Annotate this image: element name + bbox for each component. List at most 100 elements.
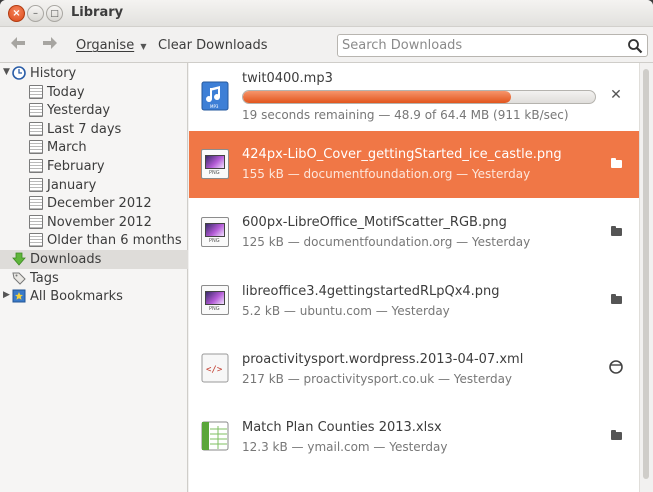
sidebar-item-all-bookmarks[interactable]: ▶ All Bookmarks	[0, 287, 188, 306]
calendar-icon	[29, 215, 43, 229]
open-folder-button[interactable]	[607, 291, 625, 309]
sidebar-item-label: December 2012	[47, 196, 152, 211]
download-arrow-icon	[12, 252, 26, 266]
download-item[interactable]: MP3 twit0400.mp3 19 seconds remaining — …	[189, 63, 639, 130]
file-name: 600px-LibreOffice_MotifScatter_RGB.png	[242, 215, 507, 230]
calendar-icon	[29, 159, 43, 173]
cancel-download-button[interactable]: ✕	[607, 87, 625, 105]
window-title: Library	[71, 5, 124, 20]
open-folder-button[interactable]	[607, 427, 625, 445]
spreadsheet-file-icon	[201, 421, 229, 451]
download-item[interactable]: PNG 424px-LibO_Cover_gettingStarted_ice_…	[189, 131, 639, 198]
image-file-icon: PNG	[201, 217, 229, 247]
forward-arrow-icon	[43, 37, 57, 49]
retry-icon	[609, 360, 623, 374]
expand-toggle-icon[interactable]: ▼	[3, 67, 10, 77]
sidebar-item-older-than-6-months[interactable]: Older than 6 months	[0, 231, 188, 250]
file-name: Match Plan Counties 2013.xlsx	[242, 420, 442, 435]
sidebar-item-last-7-days[interactable]: Last 7 days	[0, 120, 188, 139]
open-folder-button[interactable]	[607, 155, 625, 173]
maximize-window-button[interactable]: □	[46, 5, 63, 22]
sidebar-item-january[interactable]: January	[0, 176, 188, 195]
sidebar-item-label: March	[47, 140, 87, 155]
download-progress-fill	[243, 91, 511, 103]
sidebar-item-label: February	[47, 159, 105, 174]
bookmarks-icon	[12, 289, 26, 303]
file-name: proactivitysport.wordpress.2013-04-07.xm…	[242, 352, 524, 367]
file-name: twit0400.mp3	[242, 71, 333, 86]
sidebar-item-label: History	[30, 66, 77, 81]
image-file-icon: PNG	[201, 149, 229, 179]
sidebar-item-downloads[interactable]: Downloads	[0, 250, 188, 269]
close-icon: ✕	[610, 87, 622, 103]
sidebar-item-label: Today	[47, 85, 85, 100]
file-info: 19 seconds remaining — 48.9 of 64.4 MB (…	[242, 108, 569, 122]
sidebar-item-yesterday[interactable]: Yesterday	[0, 101, 188, 120]
folder-icon	[610, 430, 622, 440]
library-window: × – □ Library Organise ▼ Clear Downloads…	[0, 0, 653, 492]
sidebar: ▼ History Today Yesterday Last 7 days Ma…	[0, 63, 188, 492]
file-info: 155 kB — documentfoundation.org — Yester…	[242, 167, 531, 181]
title-bar: × – □ Library	[0, 0, 653, 27]
organise-menu-button[interactable]: Organise ▼	[76, 38, 147, 53]
organise-label: Organise	[76, 38, 135, 53]
sidebar-item-tags[interactable]: Tags	[0, 269, 188, 288]
clear-downloads-button[interactable]: Clear Downloads	[158, 38, 268, 53]
open-folder-button[interactable]	[607, 223, 625, 241]
xml-file-icon: </>	[201, 353, 229, 383]
calendar-icon	[29, 122, 43, 136]
sidebar-item-today[interactable]: Today	[0, 83, 188, 102]
sidebar-item-label: Downloads	[30, 252, 102, 267]
back-button[interactable]	[10, 36, 26, 54]
chevron-down-icon: ▼	[140, 42, 147, 51]
folder-icon	[610, 158, 622, 168]
download-item[interactable]: PNG libreoffice3.4gettingstartedRLpQx4.p…	[189, 267, 639, 334]
clock-icon	[12, 66, 26, 80]
tag-icon	[12, 272, 26, 285]
calendar-icon	[29, 140, 43, 154]
folder-icon	[610, 294, 622, 304]
download-progress-bar	[242, 90, 596, 104]
search-icon[interactable]	[627, 38, 643, 54]
search-box	[337, 34, 648, 57]
search-input[interactable]	[342, 37, 622, 54]
retry-download-button[interactable]	[607, 359, 625, 377]
sidebar-item-history[interactable]: ▼ History	[0, 64, 188, 83]
download-item[interactable]: Match Plan Counties 2013.xlsx 12.3 kB — …	[189, 403, 639, 470]
sidebar-item-label: All Bookmarks	[30, 289, 123, 304]
toolbar: Organise ▼ Clear Downloads	[0, 27, 653, 63]
expand-toggle-icon[interactable]: ▶	[3, 290, 10, 300]
file-info: 125 kB — documentfoundation.org — Yester…	[242, 235, 531, 249]
image-file-icon: PNG	[201, 285, 229, 315]
download-item[interactable]: PNG 600px-LibreOffice_MotifScatter_RGB.p…	[189, 199, 639, 266]
back-arrow-icon	[11, 37, 25, 49]
scrollbar-thumb[interactable]	[643, 69, 649, 479]
calendar-icon	[29, 233, 43, 247]
sidebar-item-label: Older than 6 months	[47, 233, 182, 248]
sidebar-item-label: Tags	[30, 271, 59, 286]
file-info: 217 kB — proactivitysport.co.uk — Yester…	[242, 372, 513, 386]
sidebar-item-february[interactable]: February	[0, 157, 188, 176]
sidebar-item-november-2012[interactable]: November 2012	[0, 213, 188, 232]
calendar-icon	[29, 103, 43, 117]
scrollbar[interactable]	[639, 63, 653, 492]
minimize-window-button[interactable]: –	[27, 5, 44, 22]
svg-text:</>: </>	[206, 365, 223, 375]
svg-text:MP3: MP3	[210, 104, 219, 109]
file-info: 5.2 kB — ubuntu.com — Yesterday	[242, 304, 450, 318]
sidebar-item-march[interactable]: March	[0, 138, 188, 157]
forward-button[interactable]	[42, 36, 58, 54]
calendar-icon	[29, 85, 43, 99]
sidebar-item-label: November 2012	[47, 215, 152, 230]
maximize-icon: □	[50, 9, 59, 19]
close-window-button[interactable]: ×	[8, 5, 25, 22]
sidebar-item-label: January	[47, 178, 97, 193]
sidebar-item-december-2012[interactable]: December 2012	[0, 194, 188, 213]
audio-file-icon: MP3	[201, 81, 229, 111]
sidebar-item-label: Yesterday	[47, 103, 111, 118]
downloads-list: MP3 twit0400.mp3 19 seconds remaining — …	[189, 63, 639, 492]
file-name: libreoffice3.4gettingstartedRLpQx4.png	[242, 284, 500, 299]
download-item[interactable]: </> proactivitysport.wordpress.2013-04-0…	[189, 335, 639, 402]
download-item[interactable]	[189, 471, 639, 492]
file-info: 12.3 kB — ymail.com — Yesterday	[242, 440, 448, 454]
